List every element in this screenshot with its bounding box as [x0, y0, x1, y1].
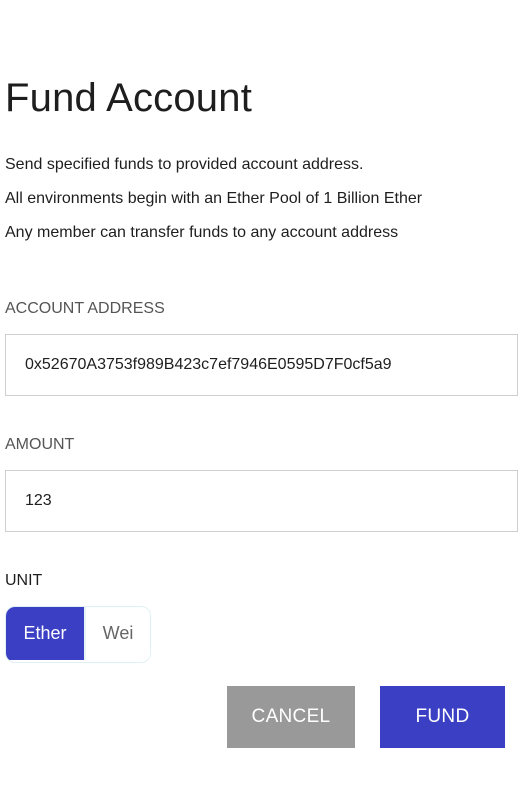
fund-account-page: Fund Account Send specified funds to pro… — [0, 0, 531, 793]
page-title: Fund Account — [5, 76, 253, 120]
account-address-input[interactable] — [5, 334, 518, 396]
fund-button[interactable]: FUND — [380, 686, 505, 748]
amount-input[interactable] — [5, 470, 518, 532]
cancel-button[interactable]: CANCEL — [227, 686, 355, 748]
description-line-3: Any member can transfer funds to any acc… — [5, 224, 399, 241]
unit-option-ether[interactable]: Ether — [6, 607, 84, 660]
unit-option-wei[interactable]: Wei — [84, 607, 150, 660]
description-line-2: All environments begin with an Ether Poo… — [5, 190, 423, 207]
unit-label: UNIT — [5, 572, 43, 589]
amount-label: AMOUNT — [5, 436, 75, 453]
description-line-1: Send specified funds to provided account… — [5, 156, 364, 173]
unit-toggle: Ether Wei — [5, 606, 151, 663]
account-address-label: ACCOUNT ADDRESS — [5, 300, 165, 317]
